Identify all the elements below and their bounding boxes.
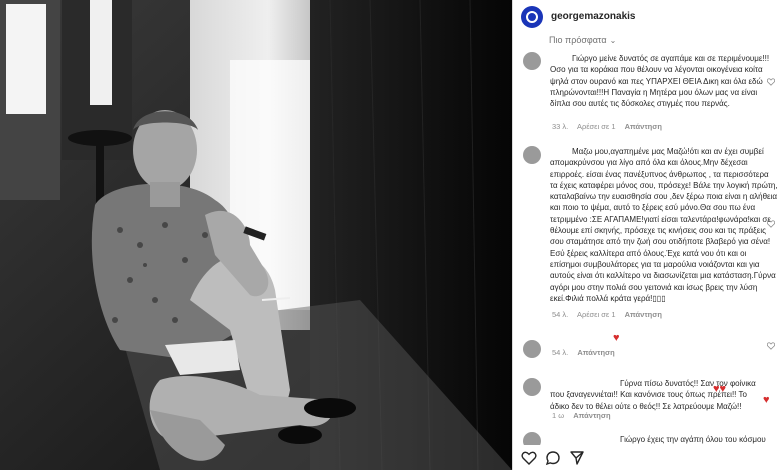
comment-meta: 33 λ. Αρέσει σε 1 Απάντηση	[552, 122, 669, 131]
photo-illustration	[0, 0, 512, 470]
sort-dropdown[interactable]: Πιο πρόσφατα ⌄	[549, 35, 616, 45]
comments-panel: georgemazonakis Πιο πρόσφατα ⌄ Γιώργο μεί…	[513, 0, 780, 470]
sort-label: Πιο πρόσφατα	[549, 35, 607, 45]
comment-meta: 54 λ. Αρέσει σε 1 Απάντηση	[552, 310, 669, 319]
red-heart-emoji: ♥♥	[713, 383, 727, 395]
commenter-avatar[interactable]	[523, 52, 541, 70]
reply-button[interactable]: Απάντηση	[625, 122, 662, 131]
comment-meta: 1 ω Απάντηση	[552, 411, 618, 420]
comment-like-heart-icon[interactable]	[767, 220, 775, 228]
commenter-avatar[interactable]	[523, 340, 541, 358]
heart-outline-icon[interactable]	[521, 450, 537, 466]
comment-text: Μαζω μου,αγαπημένε μας Μαζώ!ότι και αν έ…	[550, 147, 778, 303]
commenter-avatar[interactable]	[523, 146, 541, 164]
comment-like-heart-icon[interactable]	[767, 342, 775, 350]
reply-button[interactable]: Απάντηση	[573, 411, 610, 420]
profile-username[interactable]: georgemazonakis	[551, 11, 635, 22]
reply-button[interactable]: Απάντηση	[625, 310, 662, 319]
comment-meta: 54 λ. Απάντηση	[552, 348, 622, 357]
comment-text: Γιώργο έχεις την αγάπη όλου του κόσμου	[620, 435, 766, 444]
red-heart-emoji: ♥	[763, 394, 770, 406]
comment-time: 1 ω	[552, 411, 565, 420]
comment-text: Γύρνα πίσω δυνατός!! Σαν τον φοίνικα που…	[550, 379, 756, 411]
comment-likes[interactable]: Αρέσει σε 1	[577, 310, 616, 319]
chevron-down-icon: ⌄	[609, 36, 617, 45]
comment-time: 54 λ.	[552, 310, 569, 319]
commenter-avatar[interactable]	[523, 378, 541, 396]
comment-text: Γιώργο μείνε δυνατός σε αγαπάμε και σε π…	[550, 54, 770, 109]
comment-bubble-icon[interactable]	[545, 450, 561, 466]
comment-likes[interactable]: Αρέσει σε 1	[577, 122, 616, 131]
red-heart-emoji: ♥	[613, 332, 620, 344]
comment-time: 33 λ.	[552, 122, 569, 131]
profile-avatar[interactable]	[521, 6, 543, 28]
reply-button[interactable]: Απάντηση	[577, 348, 614, 357]
post-actions-bar	[513, 445, 780, 470]
paper-plane-icon[interactable]	[569, 450, 585, 466]
comment-time: 54 λ.	[552, 348, 569, 357]
post-photo	[0, 0, 512, 470]
comment-like-heart-icon[interactable]	[767, 78, 775, 86]
